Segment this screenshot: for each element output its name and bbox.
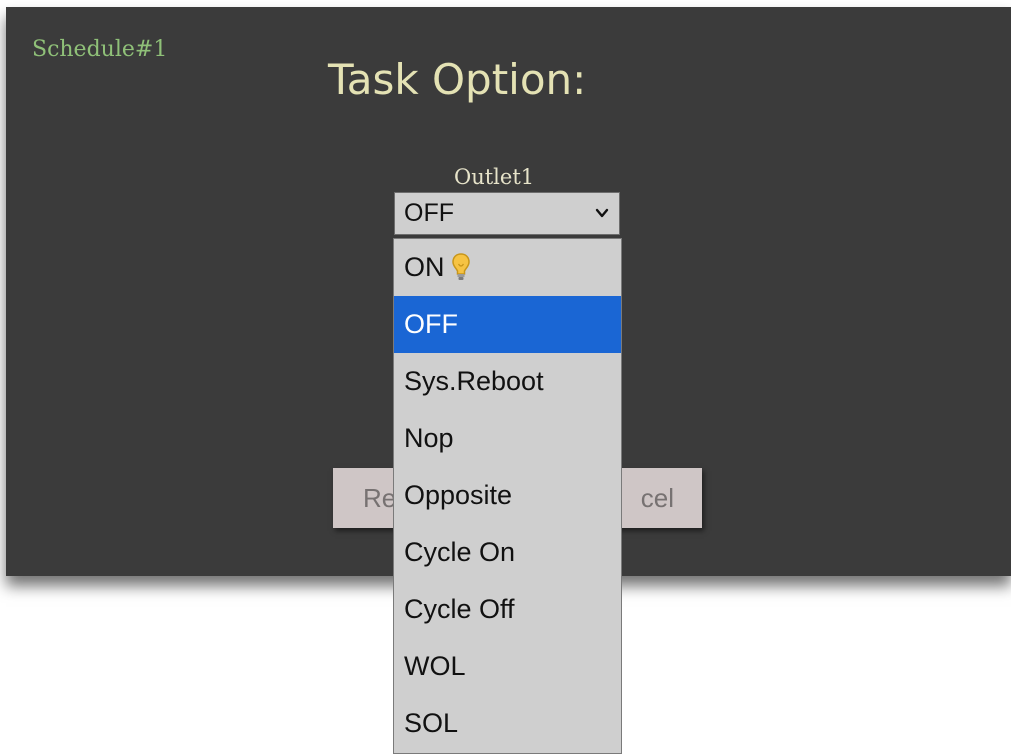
option-sys-reboot[interactable]: Sys.Reboot — [394, 353, 621, 410]
cancel-button[interactable]: cel — [616, 468, 702, 528]
option-cycle-off[interactable]: Cycle Off — [394, 581, 621, 638]
option-label: Cycle Off — [404, 594, 515, 624]
option-label: SOL — [404, 708, 459, 738]
option-nop[interactable]: Nop — [394, 410, 621, 467]
outlet-label: Outlet1 — [454, 165, 535, 189]
select-current-value: OFF — [404, 199, 454, 227]
outlet-action-dropdown: ON OFF Sys.Reboot Nop Opposite Cycle On … — [393, 238, 622, 754]
page: Schedule#1 Task Option: Outlet1 Re cel O… — [0, 0, 1011, 755]
option-label: Sys.Reboot — [404, 366, 544, 396]
option-on[interactable]: ON — [394, 239, 621, 296]
option-opposite[interactable]: Opposite — [394, 467, 621, 524]
option-label: OFF — [404, 309, 458, 339]
option-label: WOL — [404, 651, 466, 681]
option-label: Nop — [404, 423, 454, 453]
option-cycle-on[interactable]: Cycle On — [394, 524, 621, 581]
reset-button-label: Re — [363, 482, 397, 513]
option-label: Opposite — [404, 480, 513, 510]
page-title: Task Option: — [328, 55, 587, 104]
lightbulb-icon — [451, 252, 470, 280]
schedule-label: Schedule#1 — [32, 37, 168, 62]
outlet-action-select[interactable]: OFF — [394, 192, 620, 235]
option-label: ON — [404, 252, 445, 282]
option-off[interactable]: OFF — [394, 296, 621, 353]
option-wol[interactable]: WOL — [394, 638, 621, 695]
option-label: Cycle On — [404, 537, 516, 567]
chevron-down-icon — [595, 208, 609, 218]
cancel-button-label: cel — [640, 482, 674, 513]
option-sol[interactable]: SOL — [394, 695, 621, 752]
